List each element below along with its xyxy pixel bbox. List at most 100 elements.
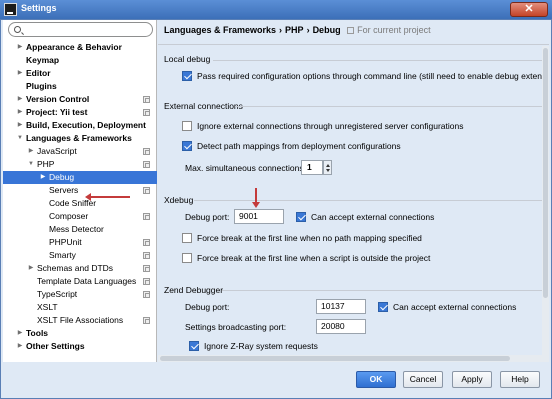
tree-item[interactable]: PHPUnit — [3, 236, 157, 249]
horizontal-scrollbar[interactable] — [158, 355, 542, 362]
window-title: Settings — [21, 3, 57, 13]
app-icon — [4, 3, 17, 16]
xdebug-accept-row[interactable]: Can accept external connections — [296, 211, 434, 223]
ignore-zray-checkbox[interactable] — [189, 341, 199, 351]
tree-item[interactable]: ▶ Build, Execution, Deployment — [3, 119, 157, 132]
tree-item[interactable]: Template Data Languages — [3, 275, 157, 288]
tree-item-label: Template Data Languages — [37, 276, 137, 286]
detect-mappings-checkbox[interactable] — [182, 141, 192, 151]
horizontal-scroll-thumb[interactable] — [160, 356, 510, 361]
tree-item[interactable]: XSLT — [3, 301, 157, 314]
tree-item[interactable]: Smarty — [3, 249, 157, 262]
tree-item[interactable]: ▶ Debug — [3, 171, 157, 184]
ok-button[interactable]: OK — [356, 371, 396, 388]
help-button[interactable]: Help — [500, 371, 540, 388]
zend-broadcast-label: Settings broadcasting port: — [185, 322, 287, 332]
tree-item[interactable]: ▼ PHP — [3, 158, 157, 171]
spinner-down-icon[interactable] — [326, 169, 330, 172]
detect-mappings-row[interactable]: Detect path mappings from deployment con… — [182, 140, 401, 152]
ignore-zray-row[interactable]: Ignore Z-Ray system requests — [189, 340, 318, 352]
tree-item[interactable]: ▶ Appearance & Behavior — [3, 41, 157, 54]
settings-tree-panel: ▶ Appearance & Behavior Keymap ▶ Editor Plugi… — [3, 20, 157, 362]
tree-item[interactable]: ▼ Languages & Frameworks — [3, 132, 157, 145]
close-button[interactable]: ✕ — [510, 2, 548, 17]
header-divider — [158, 44, 549, 45]
max-connections-label: Max. simultaneous connections: — [185, 163, 306, 173]
breadcrumb-php: PHP — [285, 25, 304, 35]
xdebug-port-input[interactable]: 9001 — [234, 209, 284, 224]
collapsed-arrow-icon[interactable]: ▶ — [27, 145, 35, 158]
external-connections-title: External connections — [164, 101, 243, 111]
tree-item[interactable]: Keymap — [3, 54, 157, 67]
vertical-scroll-thumb[interactable] — [543, 48, 548, 298]
collapsed-arrow-icon[interactable]: ▶ — [16, 41, 24, 54]
apply-button[interactable]: Apply — [452, 371, 492, 388]
tree-item[interactable]: ▶ Project: Yii test — [3, 106, 157, 119]
tree-item[interactable]: ▶ Editor — [3, 67, 157, 80]
detect-mappings-label: Detect path mappings from deployment con… — [197, 141, 401, 151]
tree-item[interactable]: TypeScript — [3, 288, 157, 301]
zend-accept-checkbox[interactable] — [378, 302, 388, 312]
force-no-mapping-row[interactable]: Force break at the first line when no pa… — [182, 232, 422, 244]
tree-item-label: Schemas and DTDs — [37, 263, 114, 273]
annotation-arrow-down-icon — [252, 188, 260, 208]
breadcrumb-debug: Debug — [312, 25, 341, 35]
tree-item[interactable]: Code Sniffer — [3, 197, 157, 210]
tree-item[interactable]: ▶ Tools — [3, 327, 157, 340]
xdebug-accept-checkbox[interactable] — [296, 212, 306, 222]
zend-broadcast-input[interactable]: 20080 — [316, 319, 366, 334]
pass-config-row[interactable]: Pass required configuration options thro… — [182, 70, 549, 82]
tree-item-label: Composer — [49, 211, 89, 221]
zend-accept-label: Can accept external connections — [393, 302, 517, 312]
ignore-external-row[interactable]: Ignore external connections through unre… — [182, 120, 464, 132]
pass-config-checkbox[interactable] — [182, 71, 192, 81]
max-connections-value: 1 — [307, 162, 312, 172]
zend-port-input[interactable]: 10137 — [316, 299, 366, 314]
tree-item-label: Editor — [26, 68, 51, 78]
collapsed-arrow-icon[interactable]: ▶ — [27, 262, 35, 275]
tree-item[interactable]: XSLT File Associations — [3, 314, 157, 327]
tree-item[interactable]: Servers — [3, 184, 157, 197]
ignore-external-checkbox[interactable] — [182, 121, 192, 131]
collapsed-arrow-icon[interactable]: ▶ — [16, 93, 24, 106]
tree-item-label: Languages & Frameworks — [26, 133, 132, 143]
spinner-buttons[interactable] — [323, 160, 332, 175]
project-scope-icon — [143, 187, 150, 194]
force-no-mapping-checkbox[interactable] — [182, 233, 192, 243]
tree-item[interactable]: ▶ Other Settings — [3, 340, 157, 353]
force-outside-row[interactable]: Force break at the first line when a scr… — [182, 252, 430, 264]
collapsed-arrow-icon[interactable]: ▶ — [16, 67, 24, 80]
tree-item[interactable]: ▶ JavaScript — [3, 145, 157, 158]
collapsed-arrow-icon[interactable]: ▶ — [16, 327, 24, 340]
tree-item-label: XSLT — [37, 302, 58, 312]
spinner-up-icon[interactable] — [326, 164, 330, 167]
cancel-button[interactable]: Cancel — [403, 371, 443, 388]
project-scope-icon — [143, 109, 150, 116]
project-scope-icon — [143, 317, 150, 324]
zend-accept-row[interactable]: Can accept external connections — [378, 301, 516, 313]
expanded-arrow-icon[interactable]: ▼ — [27, 158, 35, 171]
tree-item[interactable]: Mess Detector — [3, 223, 157, 236]
tree-item[interactable]: Plugins — [3, 80, 157, 93]
xdebug-port-label: Debug port: — [185, 212, 230, 222]
collapsed-arrow-icon[interactable]: ▶ — [16, 119, 24, 132]
tree-item[interactable]: ▶ Schemas and DTDs — [3, 262, 157, 275]
collapsed-arrow-icon[interactable]: ▶ — [16, 106, 24, 119]
expanded-arrow-icon[interactable]: ▼ — [16, 132, 24, 145]
collapsed-arrow-icon[interactable]: ▶ — [39, 171, 47, 184]
vertical-scrollbar[interactable] — [542, 46, 549, 362]
ignore-zray-label: Ignore Z-Ray system requests — [204, 341, 318, 351]
project-scope-icon — [347, 27, 355, 34]
tree-item-label: Other Settings — [26, 341, 85, 351]
tree-item[interactable]: ▶ Version Control — [3, 93, 157, 106]
breadcrumb: Languages & Frameworks › PHP › Debug For cur… — [164, 25, 431, 35]
force-outside-checkbox[interactable] — [182, 253, 192, 263]
collapsed-arrow-icon[interactable]: ▶ — [16, 340, 24, 353]
tree-item-label: Tools — [26, 328, 49, 338]
search-input[interactable] — [25, 24, 147, 35]
tree-item[interactable]: Composer — [3, 210, 157, 223]
pass-config-label: Pass required configuration options thro… — [197, 71, 549, 81]
for-current-project-note: For current project — [347, 25, 431, 35]
search-box[interactable] — [8, 22, 153, 37]
max-connections-spinner[interactable]: 1 — [301, 160, 332, 175]
